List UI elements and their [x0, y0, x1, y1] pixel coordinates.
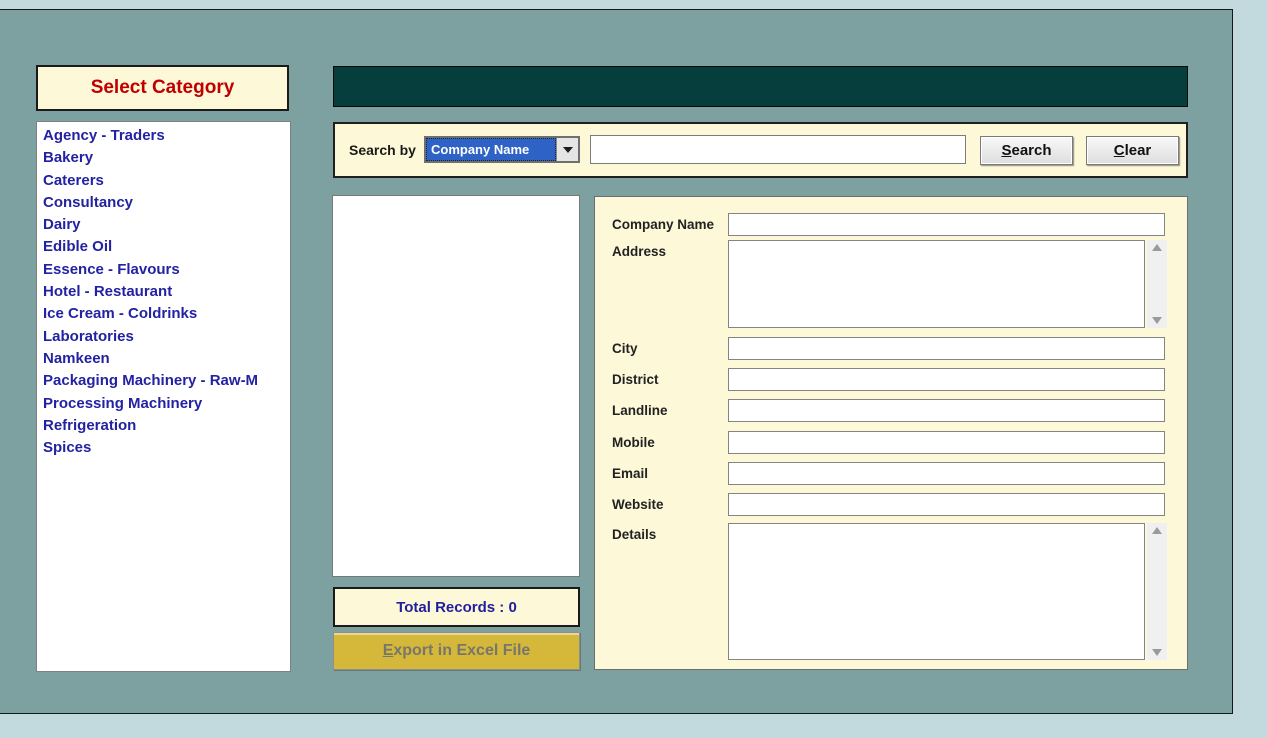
category-item[interactable]: Laboratories: [43, 326, 290, 348]
address-label: Address: [612, 244, 724, 259]
mobile-label: Mobile: [612, 435, 724, 450]
category-item[interactable]: Caterers: [43, 170, 290, 192]
category-item[interactable]: Spices: [43, 437, 290, 459]
export-excel-button[interactable]: Export in Excel File: [333, 632, 580, 670]
company-name-label: Company Name: [612, 217, 724, 232]
header-bar: [333, 66, 1188, 107]
scroll-down-icon[interactable]: [1152, 317, 1162, 324]
category-item[interactable]: Essence - Flavours: [43, 259, 290, 281]
category-item[interactable]: Agency - Traders: [43, 125, 290, 147]
total-records-box: Total Records : 0: [333, 587, 580, 627]
app-window: Select Category Agency - Traders Bakery …: [0, 0, 1267, 738]
category-item[interactable]: Processing Machinery: [43, 393, 290, 415]
scroll-up-icon[interactable]: [1152, 244, 1162, 251]
city-label: City: [612, 341, 724, 356]
search-input[interactable]: [590, 135, 966, 164]
address-scrollbar[interactable]: [1147, 240, 1167, 328]
search-panel: Search by Company Name Search Clear: [333, 122, 1188, 178]
category-item[interactable]: Bakery: [43, 147, 290, 169]
category-item[interactable]: Dairy: [43, 214, 290, 236]
address-field[interactable]: [728, 240, 1145, 328]
category-item[interactable]: Refrigeration: [43, 415, 290, 437]
mobile-field[interactable]: [728, 431, 1165, 454]
details-field[interactable]: [728, 523, 1145, 660]
email-label: Email: [612, 466, 724, 481]
category-item[interactable]: Hotel - Restaurant: [43, 281, 290, 303]
website-label: Website: [612, 497, 724, 512]
category-item[interactable]: Consultancy: [43, 192, 290, 214]
category-item[interactable]: Ice Cream - Coldrinks: [43, 303, 290, 325]
results-listbox[interactable]: [332, 195, 580, 577]
category-item[interactable]: Packaging Machinery - Raw-M: [43, 370, 290, 392]
city-field[interactable]: [728, 337, 1165, 360]
select-category-title: Select Category: [91, 77, 235, 99]
email-field[interactable]: [728, 462, 1165, 485]
dropdown-selected-value[interactable]: Company Name: [426, 138, 556, 161]
details-label: Details: [612, 527, 724, 542]
search-by-dropdown[interactable]: Company Name: [424, 136, 580, 163]
select-category-header: Select Category: [36, 65, 289, 111]
search-button[interactable]: Search: [980, 136, 1073, 165]
scroll-up-icon[interactable]: [1152, 527, 1162, 534]
company-name-field[interactable]: [728, 213, 1165, 236]
main-form-panel: Select Category Agency - Traders Bakery …: [0, 9, 1233, 714]
search-by-label: Search by: [349, 124, 416, 176]
clear-button[interactable]: Clear: [1086, 136, 1179, 165]
category-item[interactable]: Edible Oil: [43, 236, 290, 258]
category-listbox[interactable]: Agency - Traders Bakery Caterers Consult…: [36, 121, 291, 672]
district-label: District: [612, 372, 724, 387]
website-field[interactable]: [728, 493, 1165, 516]
landline-label: Landline: [612, 403, 724, 418]
landline-field[interactable]: [728, 399, 1165, 422]
chevron-down-icon: [563, 147, 573, 153]
details-scrollbar[interactable]: [1147, 523, 1167, 660]
category-item[interactable]: Namkeen: [43, 348, 290, 370]
district-field[interactable]: [728, 368, 1165, 391]
total-records-label: Total Records : 0: [396, 599, 517, 616]
scroll-down-icon[interactable]: [1152, 649, 1162, 656]
dropdown-arrow-button[interactable]: [556, 138, 578, 161]
detail-form-panel: Company Name Address City District Landl…: [594, 196, 1188, 670]
